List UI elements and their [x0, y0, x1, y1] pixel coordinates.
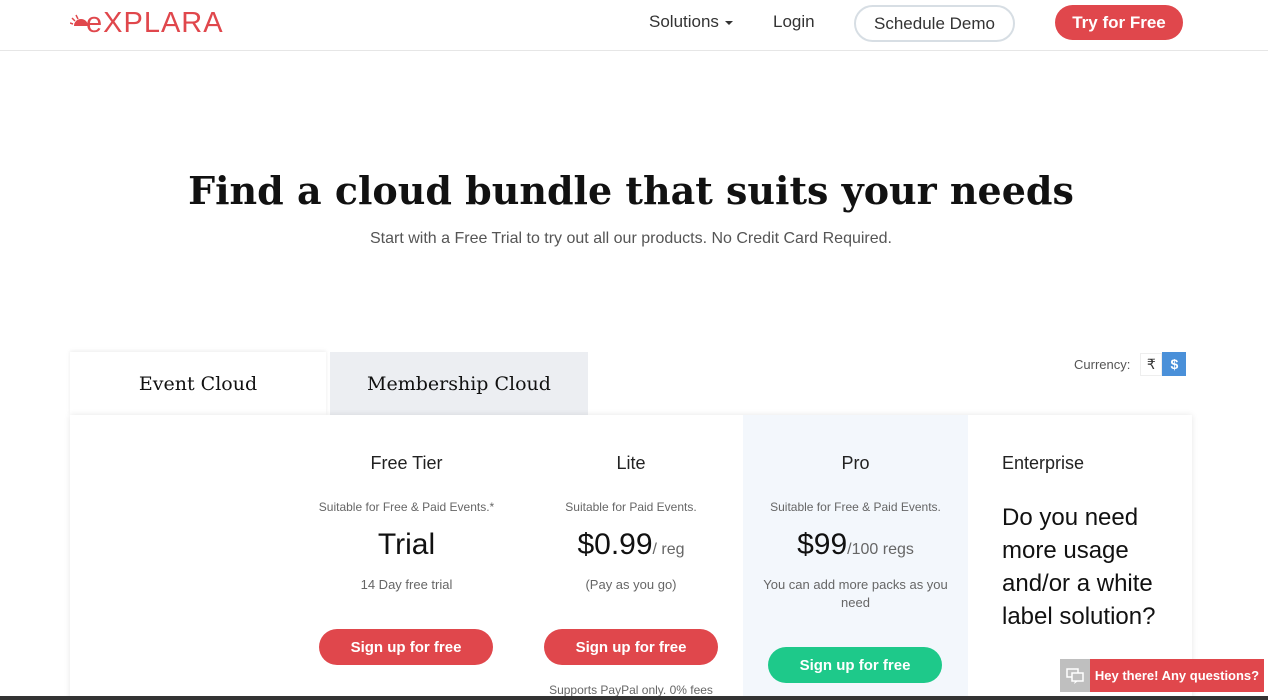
free-tier-signup-button[interactable]: Sign up for free	[319, 629, 493, 665]
plan-price-unit: /100 regs	[847, 541, 914, 558]
logo-mark-icon	[69, 12, 92, 34]
logo-text: eXPLARA	[86, 7, 224, 39]
tab-membership-cloud[interactable]: Membership Cloud	[330, 352, 588, 415]
chevron-down-icon	[724, 20, 733, 25]
plan-note: 14 Day free trial	[360, 577, 453, 592]
plan-name: Free Tier	[370, 453, 443, 473]
plan-lite: Lite Suitable for Paid Events. $0.99/ re…	[519, 415, 743, 700]
plan-price-unit: / reg	[652, 541, 685, 558]
plan-description: Suitable for Free & Paid Events.*	[318, 500, 495, 514]
explara-logo[interactable]: eXPLARA	[69, 7, 224, 39]
plan-note: (Pay as you go)	[585, 577, 677, 592]
plan-free-tier: Free Tier Suitable for Free & Paid Event…	[294, 415, 519, 700]
top-navbar: eXPLARA Solutions Login Schedule Demo Tr…	[0, 0, 1268, 51]
try-for-free-button[interactable]: Try for Free	[1055, 5, 1183, 40]
page-subtitle: Start with a Free Trial to try out all o…	[370, 230, 892, 247]
plan-price-value: $0.99	[577, 528, 653, 561]
plan-price-value: Trial	[377, 528, 436, 561]
chat-widget[interactable]: Hey there! Any questions?	[1060, 659, 1264, 692]
plan-price: Trial	[294, 528, 519, 562]
plan-price: $0.99/ reg	[519, 528, 743, 562]
lite-signup-button[interactable]: Sign up for free	[544, 629, 718, 665]
bottom-strip	[0, 696, 1268, 700]
plan-enterprise: Enterprise Do you need more usage and/or…	[968, 415, 1192, 700]
plan-note: You can add more packs as you need	[763, 577, 948, 610]
plan-price: $99/100 regs	[743, 528, 968, 562]
plan-name: Pro	[841, 453, 870, 473]
plan-description: Suitable for Free & Paid Events.	[770, 500, 941, 514]
nav-solutions-label: Solutions	[649, 12, 719, 31]
currency-selector: Currency: ₹ $	[1074, 352, 1187, 376]
chat-bubble-icon[interactable]	[1060, 659, 1090, 692]
plan-name: Enterprise	[1002, 453, 1085, 473]
chat-label[interactable]: Hey there! Any questions?	[1090, 659, 1264, 692]
pro-signup-button[interactable]: Sign up for free	[768, 647, 942, 683]
plan-footnote: Supports PayPal only. 0% fees	[549, 683, 713, 697]
schedule-demo-button[interactable]: Schedule Demo	[854, 5, 1015, 42]
plan-price-value: $99	[797, 528, 848, 561]
plan-description: Suitable for Paid Events.	[565, 500, 697, 514]
plan-pro: Pro Suitable for Free & Paid Events. $99…	[743, 415, 968, 700]
enterprise-question: Do you need more usage and/or a white la…	[1002, 504, 1156, 630]
pricing-panel: Free Tier Suitable for Free & Paid Event…	[70, 415, 1192, 700]
currency-usd-option[interactable]: $	[1162, 352, 1187, 376]
plan-name: Lite	[616, 453, 646, 473]
currency-label: Currency:	[1074, 356, 1131, 372]
currency-inr-option[interactable]: ₹	[1140, 352, 1163, 376]
tab-event-cloud[interactable]: Event Cloud	[70, 352, 326, 415]
nav-login-link[interactable]: Login	[773, 12, 815, 32]
page-title: Find a cloud bundle that suits your need…	[188, 168, 1074, 213]
nav-solutions-dropdown[interactable]: Solutions	[649, 12, 733, 32]
